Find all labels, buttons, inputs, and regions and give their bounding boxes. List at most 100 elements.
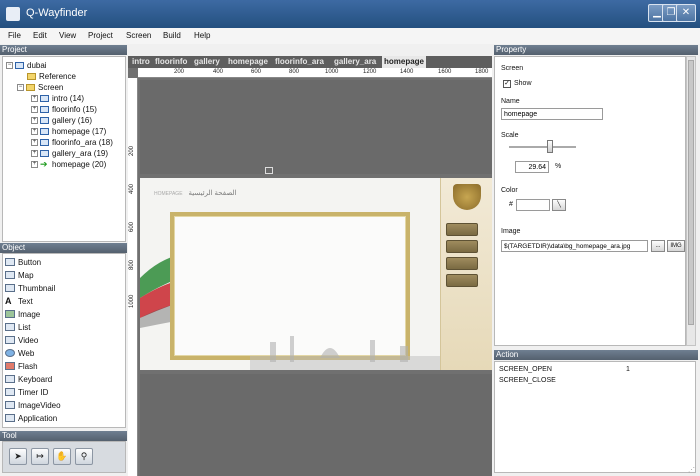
- pan-tool-button[interactable]: ✋: [53, 448, 71, 465]
- pointer-icon: ➤: [14, 451, 22, 461]
- expand-icon[interactable]: +: [31, 95, 38, 102]
- action-name[interactable]: SCREEN_CLOSE: [499, 377, 556, 384]
- action-panel-header: Action: [494, 350, 698, 360]
- object-thumbnail[interactable]: Thumbnail: [5, 282, 55, 294]
- application-icon: [5, 414, 15, 422]
- tree-node-screen-item[interactable]: + floorinfo (15): [31, 104, 97, 115]
- resize-handle[interactable]: [265, 167, 273, 174]
- image-path-input[interactable]: [501, 240, 648, 252]
- zoom-tool-button[interactable]: ⚲: [75, 448, 93, 465]
- ruler-tick: 800: [289, 69, 300, 75]
- color-label: Color: [501, 187, 518, 194]
- ruler-tick: 200: [129, 145, 135, 156]
- object-application[interactable]: Application: [5, 412, 57, 424]
- expand-icon[interactable]: +: [31, 161, 38, 168]
- scale-slider-track[interactable]: [509, 146, 576, 148]
- menu-file[interactable]: File: [8, 31, 21, 40]
- img-button[interactable]: IMG: [667, 240, 685, 252]
- tree-node-screen-item[interactable]: + homepage (17): [31, 126, 106, 137]
- object-keyboard[interactable]: Keyboard: [5, 373, 52, 385]
- expand-icon[interactable]: +: [31, 117, 38, 124]
- color-input[interactable]: [516, 199, 550, 211]
- tree-node-screen-item[interactable]: + floorinfo_ara (18): [31, 137, 113, 148]
- object-label: Video: [18, 335, 39, 345]
- property-scrollbar[interactable]: [686, 56, 696, 346]
- list-icon: [5, 323, 15, 331]
- tab-gallery-ara[interactable]: gallery_ara: [332, 56, 378, 68]
- object-label: ImageVideo: [18, 400, 61, 410]
- expand-icon[interactable]: +: [31, 106, 38, 113]
- menu-edit[interactable]: Edit: [33, 31, 47, 40]
- expand-icon[interactable]: +: [31, 128, 38, 135]
- ruler-tick: 200: [174, 69, 185, 75]
- flash-icon: [5, 362, 15, 370]
- close-button[interactable]: ✕: [676, 4, 696, 22]
- video-icon: [5, 336, 15, 344]
- browse-button[interactable]: ...: [651, 240, 665, 252]
- tree-node-screen-item-active[interactable]: + ➔ homepage (20): [31, 159, 106, 170]
- screen-preview[interactable]: الصفحة الرئيسية HOMEPAGE: [140, 178, 492, 370]
- menu-build[interactable]: Build: [163, 31, 181, 40]
- tab-homepage-active[interactable]: homepage: [382, 56, 427, 68]
- tree-node-reference[interactable]: Reference: [27, 71, 76, 82]
- tab-homepage[interactable]: homepage: [226, 56, 270, 68]
- pointer-tool-button[interactable]: ➤: [9, 448, 27, 465]
- object-timer[interactable]: Timer ID: [5, 386, 48, 398]
- tree-node-screen-item[interactable]: + intro (14): [31, 93, 84, 104]
- expand-icon[interactable]: +: [31, 150, 38, 157]
- object-imagevideo[interactable]: ImageVideo: [5, 399, 61, 411]
- screen-editor[interactable]: intro floorinfo gallery homepage floorin…: [128, 56, 492, 476]
- tree-node-screen-item[interactable]: + gallery (16): [31, 115, 92, 126]
- resize-grip-icon[interactable]: ⋰: [688, 466, 698, 476]
- menu-project[interactable]: Project: [88, 31, 113, 40]
- project-tree[interactable]: − dubai Reference − Screen + intro (14) …: [2, 56, 126, 242]
- project-panel-header: Project: [0, 45, 127, 55]
- object-web[interactable]: Web: [5, 347, 34, 359]
- title-bar: Q-Wayfinder ▁ ❐ ✕: [0, 0, 700, 28]
- scale-slider-thumb[interactable]: [547, 140, 553, 153]
- action-name[interactable]: SCREEN_OPEN: [499, 366, 552, 373]
- tree-label: floorinfo_ara (18): [52, 138, 113, 147]
- object-map[interactable]: Map: [5, 269, 34, 281]
- object-label: Image: [18, 309, 41, 319]
- tab-gallery[interactable]: gallery: [192, 56, 222, 68]
- screen-icon: [40, 117, 49, 124]
- diagonal-line-icon: ╲: [557, 202, 561, 208]
- object-label: Web: [18, 348, 35, 358]
- object-text[interactable]: A Text: [5, 295, 33, 307]
- object-label: Button: [18, 257, 42, 267]
- object-button[interactable]: Button: [5, 256, 41, 268]
- tree-node-dubai[interactable]: − dubai: [6, 60, 47, 71]
- name-input[interactable]: [501, 108, 603, 120]
- color-picker-button[interactable]: ╲: [552, 199, 566, 211]
- tree-node-screen[interactable]: − Screen: [17, 82, 63, 93]
- object-label: Text: [18, 296, 33, 306]
- collapse-icon[interactable]: −: [17, 84, 24, 91]
- action-panel: SCREEN_OPEN 1 SCREEN_CLOSE: [494, 361, 696, 473]
- menu-screen[interactable]: Screen: [126, 31, 151, 40]
- tab-floorinfo-ara[interactable]: floorinfo_ara: [273, 56, 326, 68]
- expand-icon[interactable]: +: [31, 139, 38, 146]
- tree-label: intro (14): [52, 94, 85, 103]
- object-label: List: [18, 322, 31, 332]
- ruler-tick: 1000: [325, 69, 339, 75]
- ruler-tick: 600: [251, 69, 262, 75]
- tab-intro[interactable]: intro: [130, 56, 152, 68]
- object-video[interactable]: Video: [5, 334, 38, 346]
- object-flash[interactable]: Flash: [5, 360, 38, 372]
- collapse-icon[interactable]: −: [6, 62, 13, 69]
- object-image[interactable]: Image: [5, 308, 40, 320]
- screen-icon: [40, 139, 49, 146]
- object-label: Flash: [18, 361, 38, 371]
- preview-nav-button: [446, 223, 478, 236]
- scrollbar-thumb[interactable]: [688, 60, 694, 325]
- show-checkbox[interactable]: ✓: [503, 80, 511, 88]
- menu-view[interactable]: View: [59, 31, 76, 40]
- link-tool-button[interactable]: ↦: [31, 448, 49, 465]
- tree-node-screen-item[interactable]: + gallery_ara (19): [31, 148, 108, 159]
- object-list-item[interactable]: List: [5, 321, 30, 333]
- scale-input[interactable]: [515, 161, 549, 173]
- menu-help[interactable]: Help: [194, 31, 210, 40]
- tab-floorinfo[interactable]: floorinfo: [153, 56, 189, 68]
- ruler-tick: 1000: [129, 294, 135, 308]
